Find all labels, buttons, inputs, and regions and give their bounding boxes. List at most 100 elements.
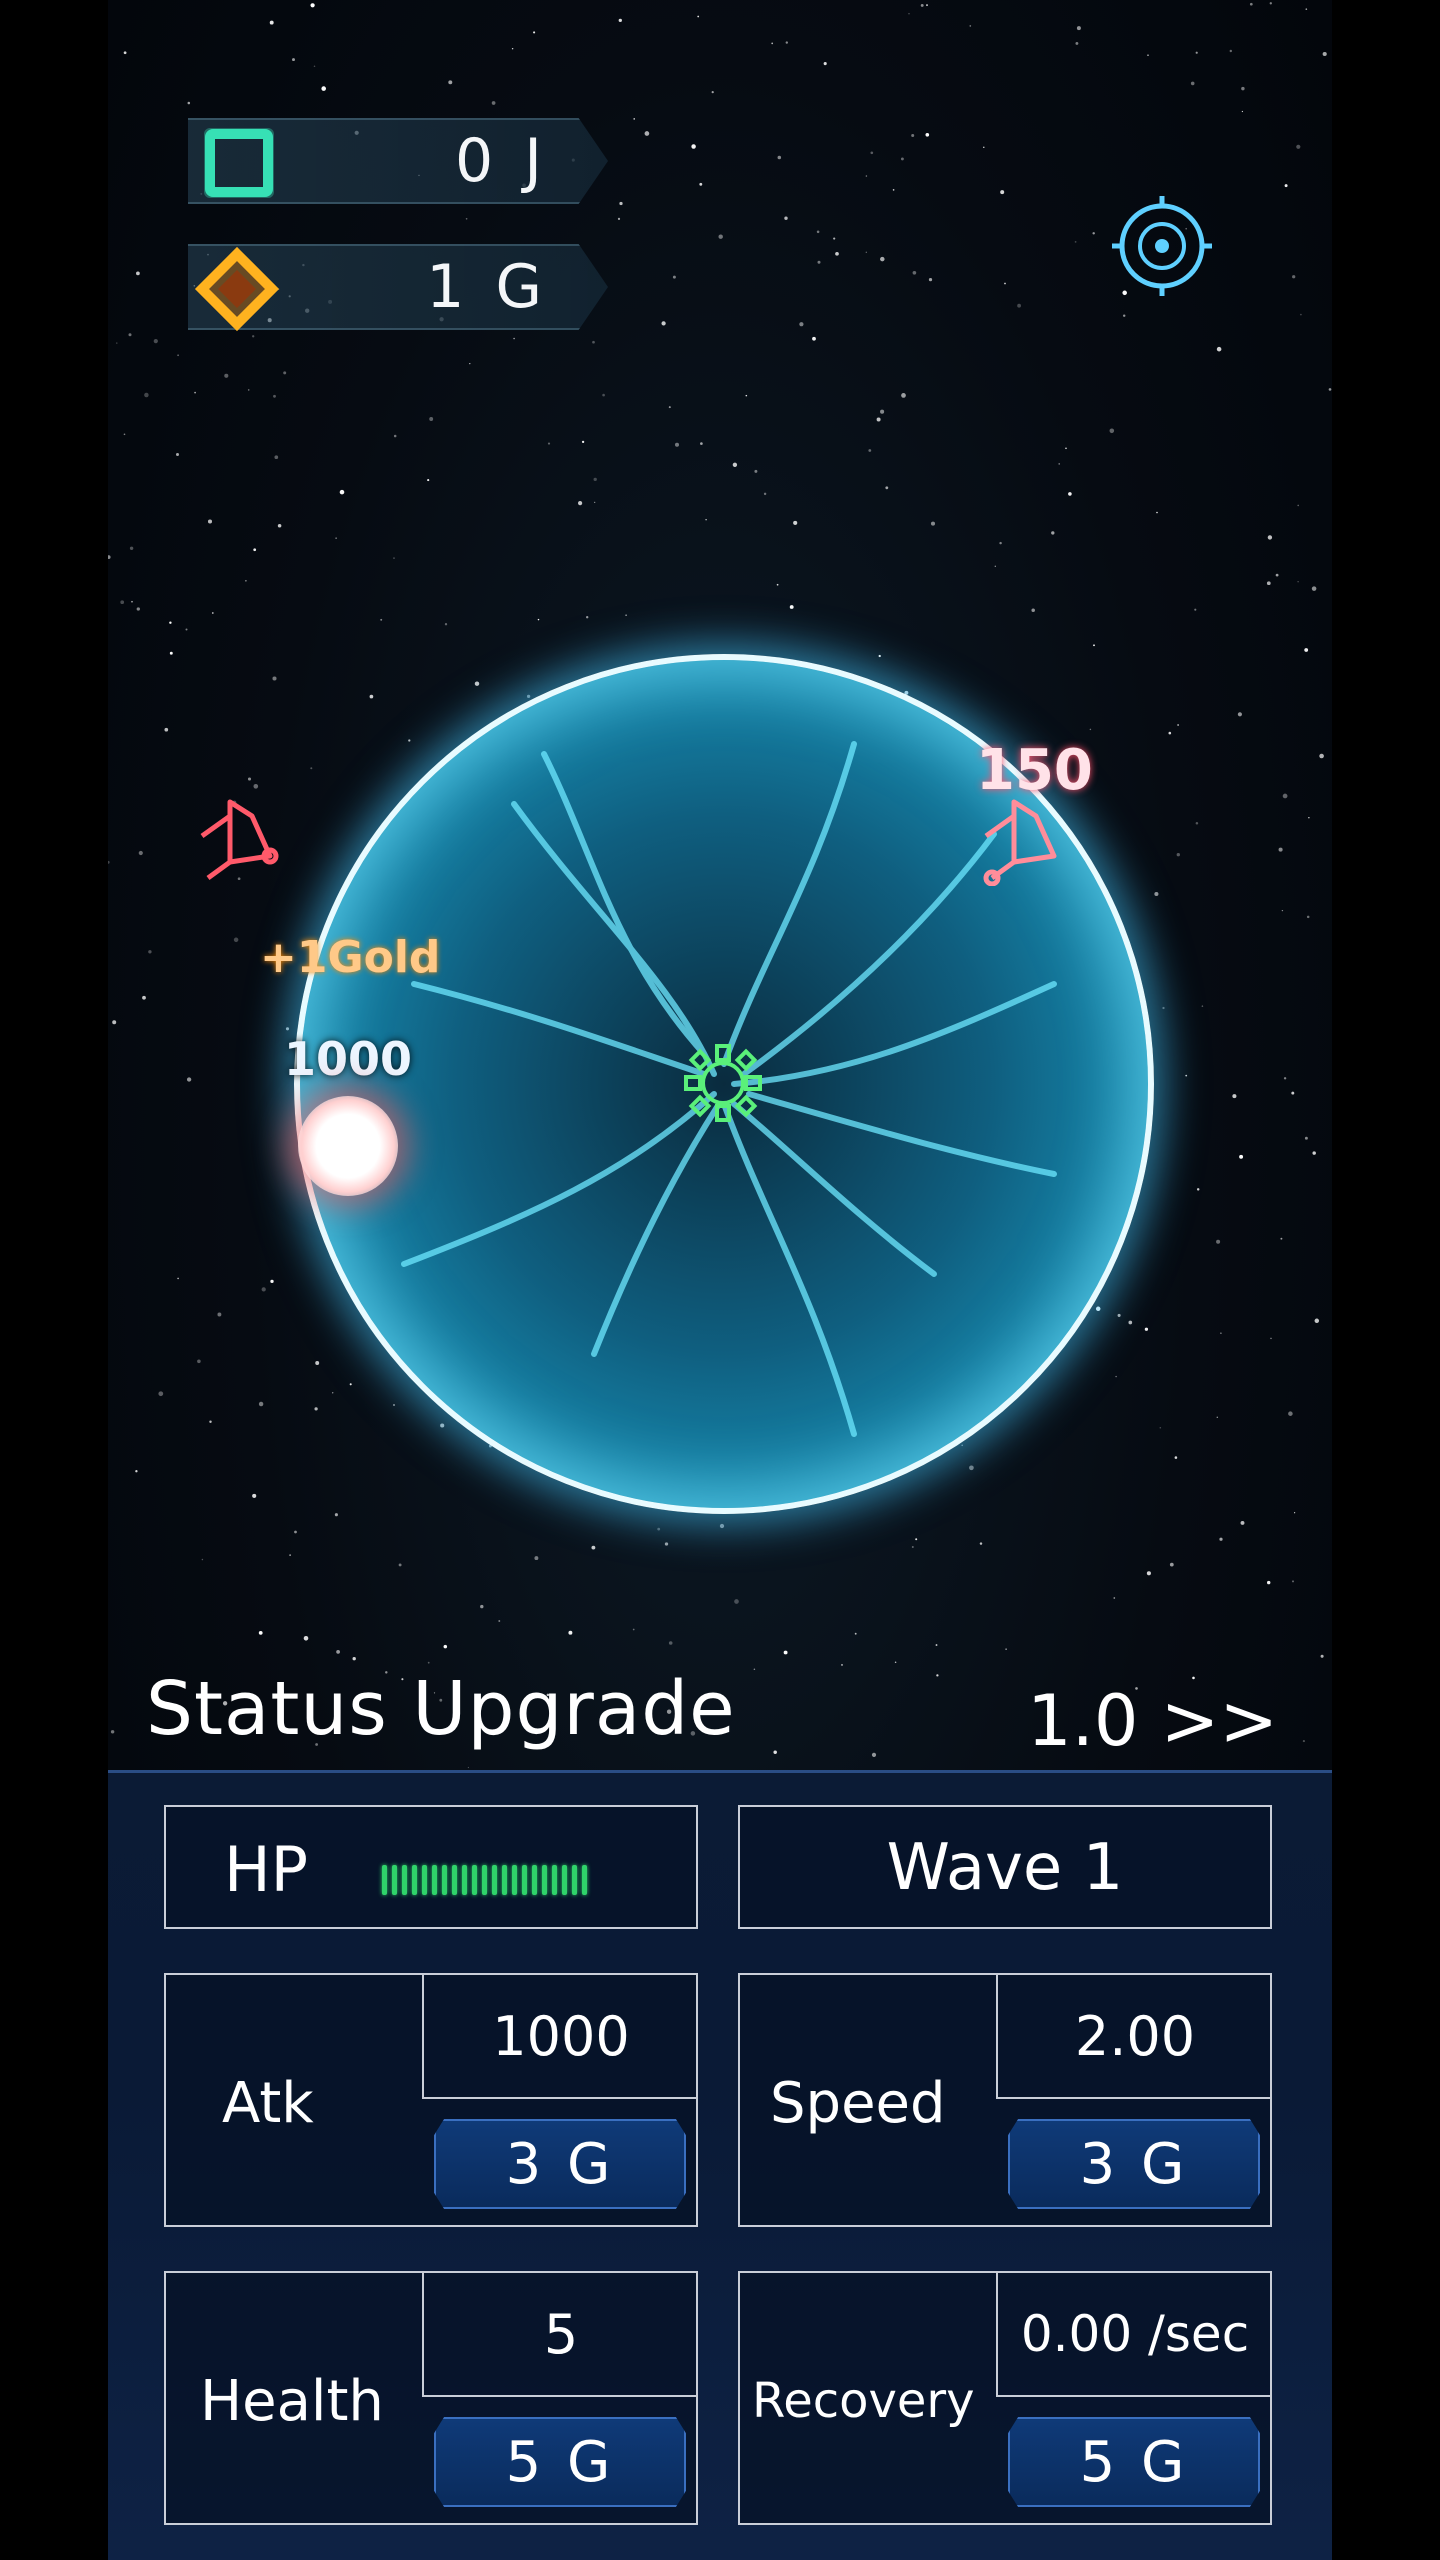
hp-tick — [442, 1865, 447, 1895]
star — [1201, 1005, 1204, 1007]
star — [294, 1530, 297, 1534]
star — [187, 101, 191, 105]
star — [123, 433, 126, 436]
star — [1146, 1571, 1151, 1576]
target-settings-icon[interactable] — [1108, 192, 1216, 300]
star — [833, 237, 836, 240]
star — [120, 600, 125, 605]
star — [217, 1312, 222, 1317]
star — [936, 1674, 939, 1677]
star — [812, 336, 816, 341]
star — [136, 607, 140, 611]
hp-label: HP — [224, 1833, 309, 1906]
star — [1291, 1091, 1295, 1095]
star — [261, 1287, 266, 1292]
star — [719, 1523, 725, 1529]
star — [734, 1599, 739, 1604]
hp-tick — [432, 1865, 437, 1895]
star — [138, 850, 143, 856]
wave-label: Wave 1 — [886, 1831, 1124, 1905]
star — [274, 455, 279, 460]
buy-speed-button[interactable]: 3 G — [1008, 2119, 1260, 2209]
star — [661, 321, 666, 326]
star — [926, 4, 928, 7]
star — [1278, 847, 1283, 852]
star — [763, 492, 767, 496]
star — [224, 373, 229, 378]
star — [537, 618, 540, 621]
hp-tick — [482, 1865, 487, 1895]
star — [1113, 1597, 1116, 1599]
star — [1294, 1512, 1296, 1514]
enemy-ship — [200, 799, 279, 881]
star — [185, 628, 188, 631]
upgrade-card-speed: Speed 2.00 3 G — [738, 1973, 1272, 2227]
star — [632, 1628, 635, 1631]
star — [465, 217, 468, 220]
star — [393, 434, 397, 438]
game-screen[interactable]: 0 J 1 G 150 +1Gold 1000 Status Upgrade 1… — [108, 0, 1332, 2560]
star — [444, 623, 448, 626]
star — [793, 520, 798, 525]
star — [1068, 492, 1072, 496]
game-speed-button[interactable]: 1.0 >> — [1027, 1680, 1278, 1762]
star — [593, 477, 597, 482]
gold-value: 1 G — [426, 252, 548, 322]
star — [668, 1641, 673, 1645]
star — [247, 389, 250, 391]
star — [777, 155, 782, 160]
star — [169, 621, 172, 624]
star — [699, 182, 703, 186]
star — [292, 58, 295, 62]
star — [108, 860, 110, 864]
star — [1176, 853, 1180, 857]
star — [1297, 504, 1299, 507]
hp-tick — [402, 1865, 407, 1895]
buy-atk-button[interactable]: 3 G — [434, 2119, 686, 2209]
star — [1266, 581, 1271, 586]
buy-recovery-button[interactable]: 5 G — [1008, 2417, 1260, 2507]
star — [644, 131, 650, 136]
star — [443, 1644, 448, 1649]
star — [619, 201, 623, 206]
star — [925, 132, 930, 137]
star — [1269, 2, 1272, 5]
star — [352, 1657, 356, 1661]
star — [754, 469, 758, 473]
hp-tick — [542, 1865, 547, 1895]
star — [511, 47, 514, 50]
star — [618, 18, 622, 23]
hp-tick — [522, 1865, 527, 1895]
star — [1300, 313, 1302, 316]
star — [534, 1556, 539, 1561]
star — [1093, 644, 1095, 647]
star — [1017, 303, 1021, 308]
star — [129, 546, 134, 551]
star — [1320, 1654, 1324, 1658]
star — [969, 25, 972, 27]
star — [123, 51, 127, 55]
star — [776, 583, 779, 586]
star — [908, 13, 910, 15]
star — [1169, 1562, 1174, 1567]
star — [1292, 275, 1296, 279]
star — [591, 1545, 596, 1550]
star — [1283, 1077, 1287, 1080]
star — [915, 1538, 918, 1541]
buy-health-button[interactable]: 5 G — [434, 2417, 686, 2507]
star — [594, 501, 596, 503]
star — [1304, 1136, 1308, 1140]
star — [1074, 241, 1077, 243]
star — [1075, 41, 1079, 45]
star — [789, 605, 794, 609]
star — [885, 486, 889, 490]
star — [1216, 346, 1222, 352]
hp-tick — [562, 1865, 567, 1895]
upgrade-name: Health — [200, 2369, 384, 2434]
star — [177, 354, 179, 357]
star — [1314, 1318, 1320, 1324]
upgrade-panel: HP Wave 1 Atk 1000 3 G Speed 2.00 3 G He… — [108, 1770, 1332, 2560]
star — [784, 216, 788, 220]
upgrade-name: Speed — [770, 2071, 946, 2136]
star — [1162, 1006, 1165, 1010]
